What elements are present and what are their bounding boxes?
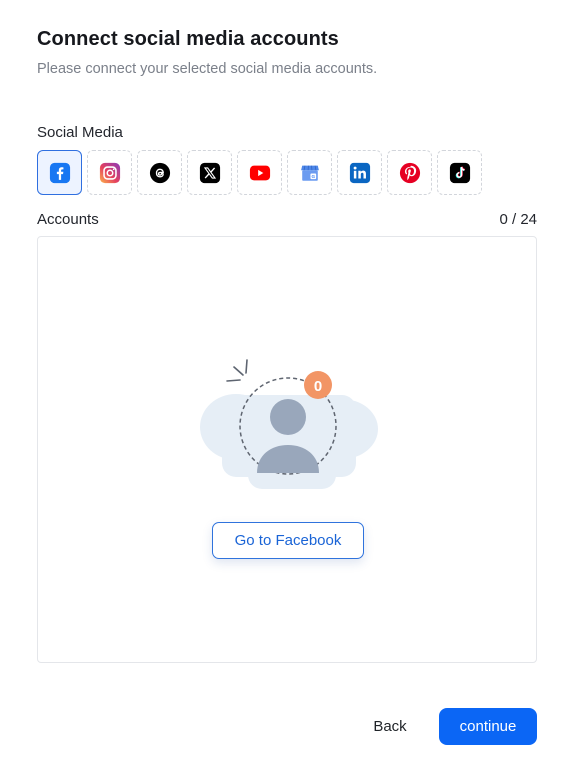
instagram-icon (99, 162, 120, 183)
sparkle-icon (226, 359, 248, 382)
platform-instagram[interactable] (87, 150, 132, 195)
platform-threads[interactable] (137, 150, 182, 195)
platform-facebook[interactable] (37, 150, 82, 195)
pinterest-icon (399, 162, 420, 183)
threads-icon (149, 162, 170, 183)
count-badge-text: 0 (314, 378, 322, 395)
tiktok-icon (449, 162, 470, 183)
svg-text:G: G (311, 174, 315, 179)
facebook-icon (49, 162, 70, 183)
go-to-platform-button[interactable]: Go to Facebook (212, 522, 364, 559)
platform-linkedin[interactable] (337, 150, 382, 195)
platform-tiktok[interactable] (437, 150, 482, 195)
social-media-selector: G (37, 150, 482, 195)
accounts-panel: 0 Go to Facebook (37, 236, 537, 663)
back-button[interactable]: Back (360, 708, 420, 745)
google-business-icon: G (300, 165, 319, 181)
platform-x[interactable] (187, 150, 232, 195)
platform-google-business[interactable]: G (287, 150, 332, 195)
continue-button[interactable]: continue (439, 708, 537, 745)
social-media-label: Social Media (37, 124, 123, 141)
empty-accounts-illustration: 0 (200, 359, 378, 489)
linkedin-icon (349, 162, 370, 183)
x-icon (199, 162, 220, 183)
platform-pinterest[interactable] (387, 150, 432, 195)
accounts-label: Accounts (37, 211, 99, 228)
page-subtitle: Please connect your selected social medi… (37, 61, 378, 77)
platform-youtube[interactable] (237, 150, 282, 195)
accounts-count: 0 / 24 (499, 211, 537, 228)
youtube-icon (249, 165, 270, 180)
page-title: Connect social media accounts (37, 28, 339, 50)
